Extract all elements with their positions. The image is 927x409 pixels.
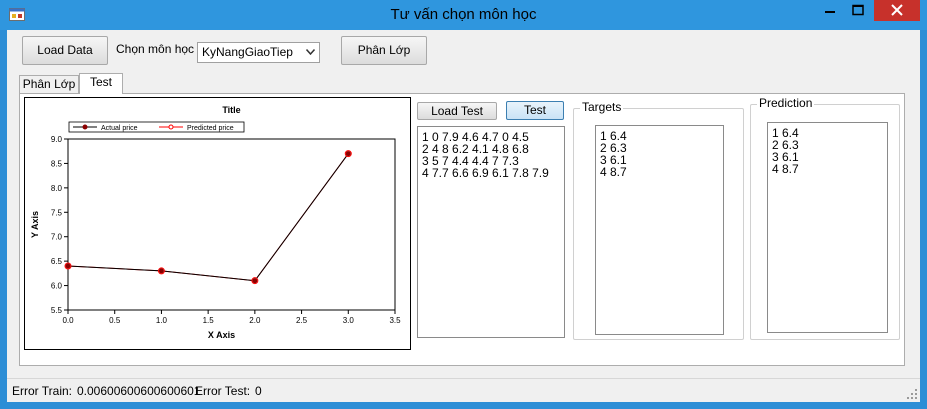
status-bar: Error Train: 0.00600600600600601 Error T… bbox=[7, 378, 920, 402]
error-test-label: Error Test: bbox=[195, 384, 251, 398]
y-tick-label: 7.5 bbox=[51, 208, 63, 217]
minimize-icon bbox=[825, 11, 835, 13]
tab-test[interactable]: Test bbox=[79, 73, 123, 94]
subject-select-value: KyNangGiaoTiep bbox=[202, 45, 293, 59]
list-item: 4 7.7 6.6 6.9 6.1 7.8 7.9 bbox=[422, 166, 549, 180]
actual-point bbox=[65, 263, 71, 269]
y-axis-label: Y Axis bbox=[30, 211, 40, 238]
load-data-button[interactable]: Load Data bbox=[22, 36, 108, 65]
x-tick-label: 1.5 bbox=[203, 316, 215, 325]
actual-point bbox=[345, 151, 351, 157]
subject-select[interactable]: KyNangGiaoTiep bbox=[197, 42, 320, 63]
plot-area bbox=[67, 138, 396, 311]
legend-predicted-label: Predicted price bbox=[187, 125, 234, 132]
legend-predicted-marker bbox=[168, 124, 174, 130]
legend-actual-label: Actual price bbox=[101, 125, 138, 132]
series-actual-line bbox=[67, 153, 349, 282]
y-tick-label: 9.0 bbox=[51, 135, 63, 144]
prediction-list[interactable]: 1 6.4 2 6.3 3 6.1 4 8.7 bbox=[767, 122, 888, 333]
x-tick-label: 3.5 bbox=[389, 316, 401, 325]
chart-title: Title bbox=[222, 105, 240, 115]
error-test-value: 0 bbox=[255, 384, 262, 398]
actual-point bbox=[158, 268, 164, 274]
maximize-icon bbox=[852, 4, 864, 16]
test-data-list[interactable]: 1 0 7.9 4.6 4.7 0 4.5 2 4 8 6.2 4.1 4.8 … bbox=[417, 126, 565, 338]
title-bar[interactable]: Tư vấn chọn môn học bbox=[0, 0, 927, 30]
app-window: Tư vấn chọn môn học Load Data Chọn môn h… bbox=[0, 0, 927, 409]
list-item: 4 8.7 bbox=[772, 162, 799, 176]
targets-group: Targets 1 6.4 2 6.3 3 6.1 4 8.7 bbox=[573, 101, 744, 340]
legend-actual-marker bbox=[82, 124, 88, 130]
tab-page-test: Title 0.0 0.5 1.0 1.5 2.0 2.5 3.0 3.5 5.5 6.0 6.5 7.… bbox=[19, 93, 905, 366]
load-test-button[interactable]: Load Test bbox=[417, 102, 497, 120]
error-train-value: 0.00600600600600601 bbox=[77, 384, 201, 398]
list-item: 4 8.7 bbox=[600, 165, 627, 179]
y-tick-label: 8.5 bbox=[51, 159, 63, 168]
tab-classify[interactable]: Phân Lớp bbox=[19, 75, 79, 93]
close-button[interactable] bbox=[874, 0, 920, 21]
x-tick-label: 2.0 bbox=[249, 316, 261, 325]
subject-label: Chọn môn học bbox=[116, 42, 195, 56]
resize-grip-icon[interactable] bbox=[906, 388, 918, 400]
y-tick-label: 6.0 bbox=[51, 282, 63, 291]
minimize-button[interactable] bbox=[816, 0, 844, 21]
client-area: Load Data Chọn môn học KyNangGiaoTiep Ph… bbox=[7, 30, 920, 402]
close-icon bbox=[891, 4, 903, 16]
chevron-down-icon bbox=[306, 49, 315, 55]
prediction-group: Prediction 1 6.4 2 6.3 3 6.1 4 8.7 bbox=[750, 97, 900, 340]
maximize-button[interactable] bbox=[844, 0, 872, 21]
y-tick-label: 6.5 bbox=[51, 257, 63, 266]
x-tick-label: 1.0 bbox=[156, 316, 168, 325]
classify-button[interactable]: Phân Lớp bbox=[341, 36, 427, 65]
series-predicted-line bbox=[67, 153, 349, 282]
y-tick-label: 7.0 bbox=[51, 233, 63, 242]
test-button[interactable]: Test bbox=[506, 101, 564, 120]
x-tick-label: 0.5 bbox=[109, 316, 121, 325]
window-title: Tư vấn chọn môn học bbox=[390, 6, 537, 23]
targets-title: Targets bbox=[580, 100, 624, 114]
y-tick-label: 8.0 bbox=[51, 184, 63, 193]
error-train-label: Error Train: bbox=[12, 384, 73, 398]
x-tick-label: 2.5 bbox=[296, 316, 308, 325]
chart-panel: Title 0.0 0.5 1.0 1.5 2.0 2.5 3.0 3.5 5.5 6.0 6.5 7.… bbox=[24, 97, 411, 350]
x-axis-label: X Axis bbox=[208, 330, 235, 340]
actual-point bbox=[252, 278, 258, 284]
prediction-title: Prediction bbox=[757, 96, 815, 110]
y-tick-label: 5.5 bbox=[51, 306, 63, 315]
x-tick-label: 0.0 bbox=[62, 316, 74, 325]
targets-list[interactable]: 1 6.4 2 6.3 3 6.1 4 8.7 bbox=[595, 125, 724, 335]
x-tick-label: 3.0 bbox=[343, 316, 355, 325]
line-chart: Title 0.0 0.5 1.0 1.5 2.0 2.5 3.0 3.5 5.5 6.0 6.5 7.… bbox=[30, 105, 401, 340]
